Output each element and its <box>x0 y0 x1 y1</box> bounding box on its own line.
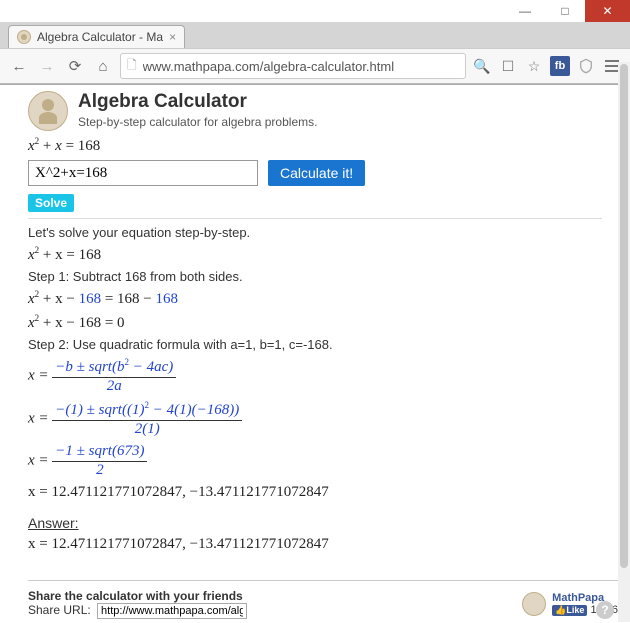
input-row: Calculate it! <box>28 160 602 186</box>
tab-title: Algebra Calculator - Ma <box>37 30 163 44</box>
page-title: Algebra Calculator <box>78 91 317 113</box>
calculate-button[interactable]: Calculate it! <box>268 160 365 186</box>
star-icon[interactable]: ☆ <box>524 56 544 76</box>
share-block: Share the calculator with your friends S… <box>28 589 247 619</box>
page-icon: 🗋 <box>127 56 137 77</box>
mathpapa-logo-icon <box>28 91 68 131</box>
page-subtitle: Step-by-step calculator for algebra prob… <box>78 115 317 129</box>
share-label: Share URL: <box>28 603 91 617</box>
dropdown-icon[interactable]: ☐ <box>498 56 518 76</box>
equation-display: x2 + x = 168 <box>28 136 602 155</box>
result: x = 12.471121771072847, −13.471121771072… <box>28 484 602 501</box>
close-button[interactable]: ✕ <box>585 0 630 22</box>
favicon-icon <box>17 30 31 44</box>
home-button[interactable]: ⌂ <box>92 55 114 77</box>
page-content: Algebra Calculator Step-by-step calculat… <box>0 85 630 623</box>
help-button[interactable]: ? <box>596 601 614 619</box>
answer: x = 12.471121771072847, −13.471121771072… <box>28 536 602 553</box>
forward-button[interactable]: → <box>36 55 58 77</box>
tab-close-icon[interactable]: × <box>169 30 176 44</box>
intro-text: Let's solve your equation step-by-step. <box>28 225 602 240</box>
eq-step-2: x2 + x − 168 = 168 − 168 <box>28 289 602 308</box>
back-button[interactable]: ← <box>8 55 30 77</box>
eq-step-3: x2 + x − 168 = 0 <box>28 313 602 332</box>
equation-input[interactable] <box>28 160 258 186</box>
shield-icon[interactable] <box>576 56 596 76</box>
like-button[interactable]: 👍Like <box>552 605 587 616</box>
minimize-button[interactable]: — <box>505 0 545 22</box>
maximize-button[interactable]: □ <box>545 0 585 22</box>
quadratic-substituted: x = −(1) ± sqrt((1)2 − 4(1)(−168))2(1) <box>28 400 602 438</box>
quadratic-formula: x = −b ± sqrt(b2 − 4ac)2a <box>28 357 602 395</box>
solve-badge[interactable]: Solve <box>28 194 74 212</box>
reload-button[interactable]: ⟳ <box>64 55 86 77</box>
page-header: Algebra Calculator Step-by-step calculat… <box>28 91 602 131</box>
divider <box>28 218 602 219</box>
url-text: www.mathpapa.com/algebra-calculator.html <box>143 59 459 74</box>
answer-label: Answer: <box>28 515 602 531</box>
browser-tab[interactable]: Algebra Calculator - Ma × <box>8 25 185 48</box>
address-bar[interactable]: 🗋 www.mathpapa.com/algebra-calculator.ht… <box>120 53 466 79</box>
share-heading: Share the calculator with your friends <box>28 589 243 603</box>
browser-toolbar: ← → ⟳ ⌂ 🗋 www.mathpapa.com/algebra-calcu… <box>0 48 630 84</box>
step1-label: Step 1: Subtract 168 from both sides. <box>28 269 602 284</box>
tab-strip: Algebra Calculator - Ma × <box>0 22 630 48</box>
share-url-input[interactable] <box>97 603 247 619</box>
facebook-extension-icon[interactable]: fb <box>550 56 570 76</box>
zoom-icon[interactable]: 🔍 <box>472 56 492 76</box>
step2-label: Step 2: Use quadratic formula with a=1, … <box>28 337 602 352</box>
titlebar: — □ ✕ <box>0 0 630 22</box>
footer: Share the calculator with your friends S… <box>28 580 618 623</box>
eq-step-1: x2 + x = 168 <box>28 245 602 264</box>
window-chrome: — □ ✕ Algebra Calculator - Ma × ← → ⟳ ⌂ … <box>0 0 630 85</box>
quadratic-simplified: x = −1 ± sqrt(673)2 <box>28 443 602 479</box>
mathpapa-avatar-icon <box>522 592 546 616</box>
